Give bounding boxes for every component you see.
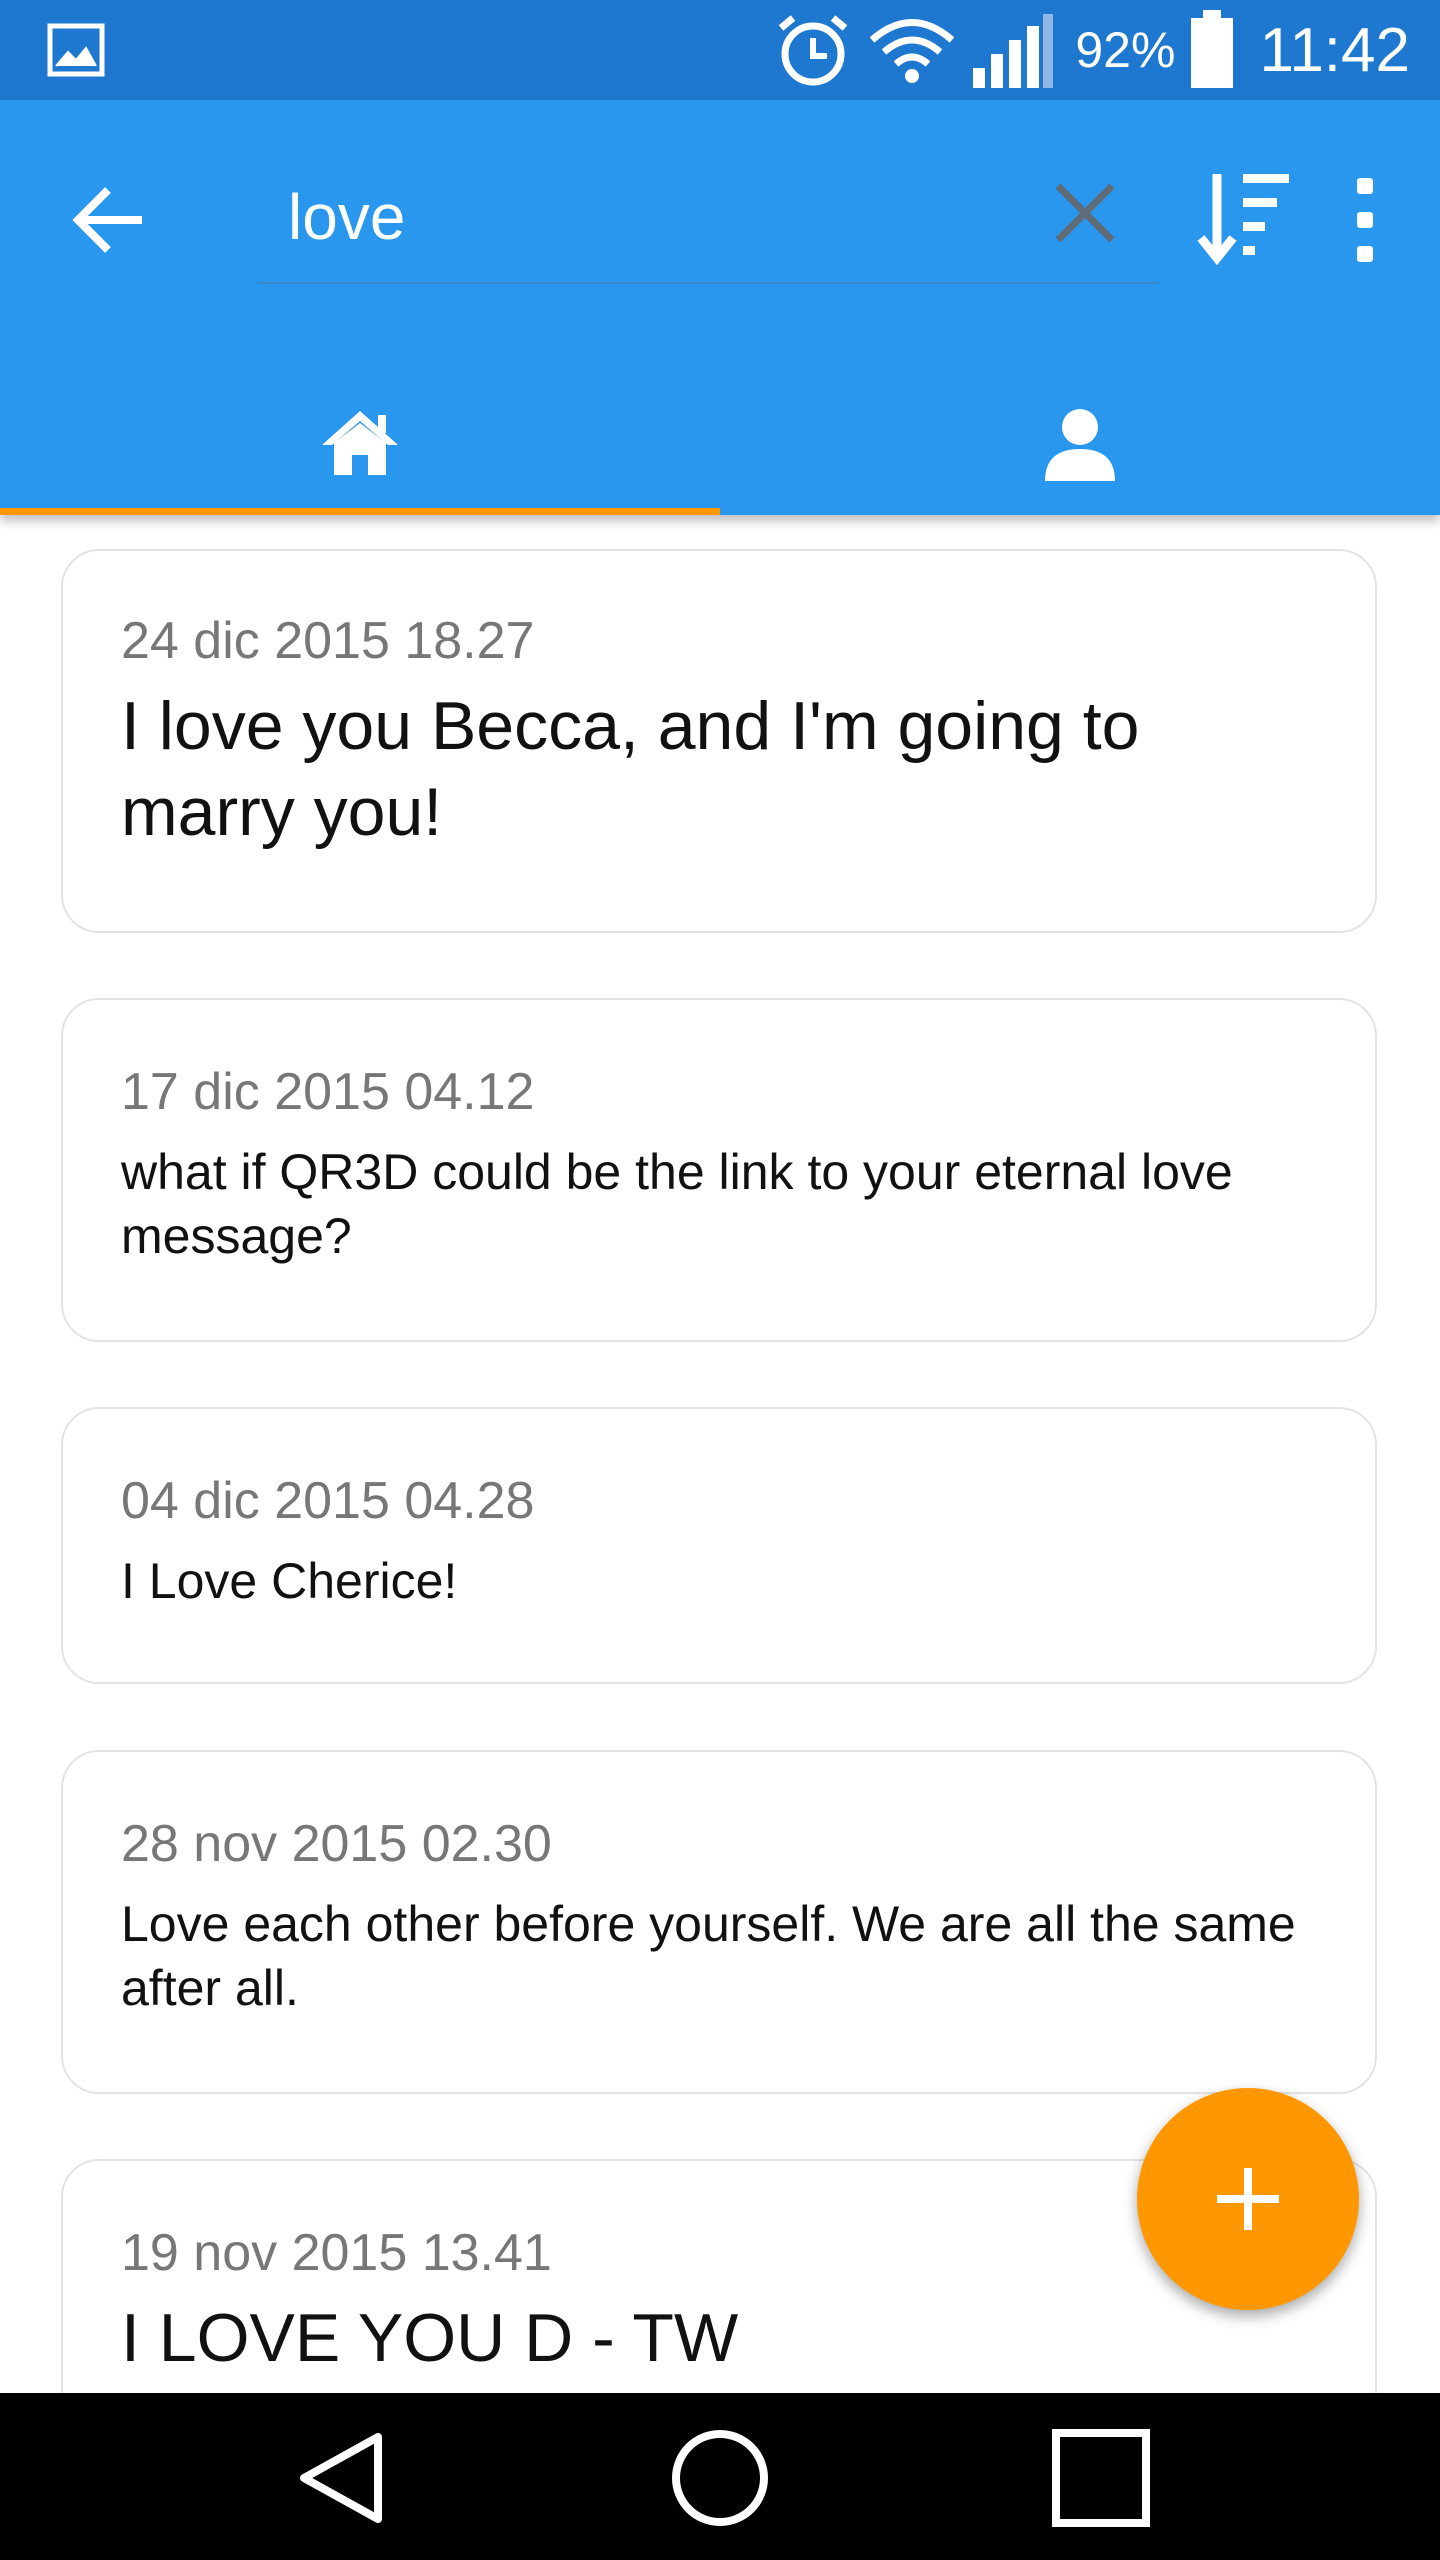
battery-percent: 92% [1075,22,1176,78]
message-date: 04 dic 2015 04.28 [121,1472,535,1530]
wifi-icon [870,19,955,83]
message-card[interactable]: 24 dic 2015 18.27 I love you Becca, and … [61,549,1377,933]
alarm-icon [779,15,848,86]
message-date: 24 dic 2015 18.27 [121,612,535,670]
message-text: I LOVE YOU D - TW [121,2300,739,2376]
gallery-icon [47,23,105,77]
message-date: 28 nov 2015 02.30 [121,1815,552,1873]
message-card[interactable]: 04 dic 2015 04.28 I Love Cherice! [61,1407,1377,1684]
tab-home[interactable] [0,362,720,515]
search-input[interactable] [288,162,988,272]
battery-icon [1191,10,1234,88]
add-fab-button[interactable] [1137,2088,1359,2310]
plus-icon [1217,2168,1279,2230]
message-card[interactable]: 17 dic 2015 04.12 what if QR3D could be … [61,998,1377,1342]
message-date: 19 nov 2015 13.41 [121,2224,552,2282]
message-text: what if QR3D could be the link to your e… [121,1144,1233,1264]
message-text: Love each other before yourself. We are … [121,1896,1296,2016]
back-arrow-icon[interactable] [70,180,150,260]
system-nav-bar [0,2393,1440,2560]
close-icon[interactable] [1052,180,1118,246]
clock: 11:42 [1259,15,1410,85]
signal-icon [973,14,1054,88]
sort-icon[interactable] [1195,168,1295,268]
message-date: 17 dic 2015 04.12 [121,1063,535,1121]
status-bar: 92% 11:42 [0,0,1440,100]
message-card[interactable]: 28 nov 2015 02.30 Love each other before… [61,1750,1377,2094]
recents-square-icon[interactable] [1046,2423,1156,2533]
tab-indicator [0,508,720,515]
tab-user[interactable] [720,362,1440,515]
app-bar [0,100,1440,515]
back-triangle-icon[interactable] [290,2423,400,2533]
person-icon [1045,409,1115,481]
search-field [258,162,1158,284]
home-icon [322,411,398,475]
tab-bar [0,362,1440,515]
message-text: I love you Becca, and I'm going to marry… [121,688,1140,850]
message-text: I Love Cherice! [121,1553,458,1609]
more-vert-icon[interactable] [1340,170,1390,270]
home-circle-icon[interactable] [665,2423,775,2533]
